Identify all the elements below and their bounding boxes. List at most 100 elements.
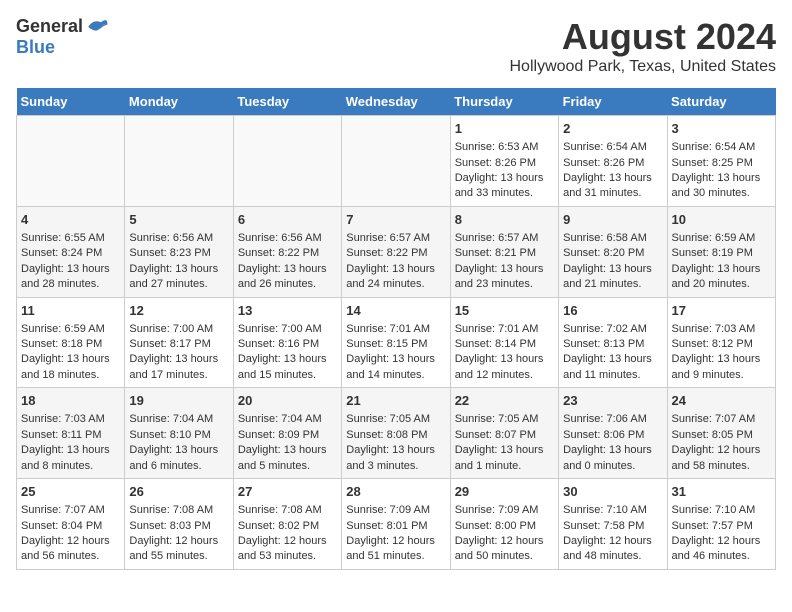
day-info: Sunrise: 6:57 AM — [455, 231, 554, 246]
day-info: Sunrise: 7:01 AM — [346, 322, 445, 337]
day-info: Sunrise: 7:04 AM — [238, 412, 337, 427]
day-info: Daylight: 13 hours and 24 minutes. — [346, 262, 445, 293]
day-info: Sunset: 8:16 PM — [238, 337, 337, 352]
day-info: Sunset: 8:23 PM — [129, 246, 228, 261]
calendar-cell — [342, 116, 450, 207]
day-number: 15 — [455, 302, 554, 320]
day-number: 7 — [346, 211, 445, 229]
calendar-cell: 19Sunrise: 7:04 AMSunset: 8:10 PMDayligh… — [125, 388, 233, 479]
day-info: Daylight: 13 hours and 1 minute. — [455, 443, 554, 474]
day-info: Sunrise: 7:01 AM — [455, 322, 554, 337]
day-info: Sunrise: 7:08 AM — [129, 503, 228, 518]
day-number: 27 — [238, 483, 337, 501]
day-number: 9 — [563, 211, 662, 229]
day-number: 19 — [129, 392, 228, 410]
calendar-cell: 16Sunrise: 7:02 AMSunset: 8:13 PMDayligh… — [559, 297, 667, 388]
day-info: Sunrise: 6:59 AM — [21, 322, 120, 337]
day-number: 31 — [672, 483, 771, 501]
day-info: Daylight: 13 hours and 33 minutes. — [455, 171, 554, 202]
day-info: Sunset: 8:03 PM — [129, 519, 228, 534]
calendar-cell: 14Sunrise: 7:01 AMSunset: 8:15 PMDayligh… — [342, 297, 450, 388]
day-number: 21 — [346, 392, 445, 410]
calendar-cell: 25Sunrise: 7:07 AMSunset: 8:04 PMDayligh… — [17, 479, 125, 570]
calendar-cell: 27Sunrise: 7:08 AMSunset: 8:02 PMDayligh… — [233, 479, 341, 570]
day-number: 14 — [346, 302, 445, 320]
day-info: Sunrise: 6:55 AM — [21, 231, 120, 246]
day-info: Sunrise: 7:09 AM — [455, 503, 554, 518]
day-info: Daylight: 13 hours and 11 minutes. — [563, 352, 662, 383]
day-number: 20 — [238, 392, 337, 410]
day-info: Daylight: 12 hours and 58 minutes. — [672, 443, 771, 474]
day-info: Sunset: 8:04 PM — [21, 519, 120, 534]
calendar-cell: 9Sunrise: 6:58 AMSunset: 8:20 PMDaylight… — [559, 206, 667, 297]
day-number: 26 — [129, 483, 228, 501]
calendar-cell: 13Sunrise: 7:00 AMSunset: 8:16 PMDayligh… — [233, 297, 341, 388]
calendar-cell: 21Sunrise: 7:05 AMSunset: 8:08 PMDayligh… — [342, 388, 450, 479]
day-number: 18 — [21, 392, 120, 410]
day-info: Sunset: 7:58 PM — [563, 519, 662, 534]
calendar-cell: 17Sunrise: 7:03 AMSunset: 8:12 PMDayligh… — [667, 297, 775, 388]
calendar-header-row: SundayMondayTuesdayWednesdayThursdayFrid… — [17, 88, 776, 116]
day-info: Sunset: 8:22 PM — [238, 246, 337, 261]
day-info: Sunset: 8:26 PM — [455, 156, 554, 171]
day-info: Sunset: 8:22 PM — [346, 246, 445, 261]
calendar-cell: 11Sunrise: 6:59 AMSunset: 8:18 PMDayligh… — [17, 297, 125, 388]
calendar-cell: 3Sunrise: 6:54 AMSunset: 8:25 PMDaylight… — [667, 116, 775, 207]
day-info: Sunset: 8:09 PM — [238, 428, 337, 443]
day-info: Sunrise: 7:09 AM — [346, 503, 445, 518]
day-info: Sunset: 8:21 PM — [455, 246, 554, 261]
day-info: Sunrise: 7:03 AM — [672, 322, 771, 337]
calendar-cell: 28Sunrise: 7:09 AMSunset: 8:01 PMDayligh… — [342, 479, 450, 570]
day-info: Daylight: 13 hours and 14 minutes. — [346, 352, 445, 383]
day-info: Sunrise: 6:53 AM — [455, 140, 554, 155]
day-info: Sunrise: 7:03 AM — [21, 412, 120, 427]
day-number: 8 — [455, 211, 554, 229]
calendar-cell: 6Sunrise: 6:56 AMSunset: 8:22 PMDaylight… — [233, 206, 341, 297]
page-subtitle: Hollywood Park, Texas, United States — [510, 58, 777, 76]
day-info: Daylight: 13 hours and 21 minutes. — [563, 262, 662, 293]
day-number: 10 — [672, 211, 771, 229]
day-info: Sunset: 8:07 PM — [455, 428, 554, 443]
day-number: 29 — [455, 483, 554, 501]
day-number: 22 — [455, 392, 554, 410]
calendar-cell: 1 Sunrise: 6:53 AMSunset: 8:26 PMDaylight… — [450, 116, 558, 207]
day-info: Daylight: 12 hours and 55 minutes. — [129, 534, 228, 565]
day-info: Sunrise: 6:58 AM — [563, 231, 662, 246]
day-info: Daylight: 13 hours and 17 minutes. — [129, 352, 228, 383]
day-number: 1 — [455, 120, 554, 138]
calendar-cell: 4Sunrise: 6:55 AMSunset: 8:24 PMDaylight… — [17, 206, 125, 297]
day-info: Daylight: 13 hours and 9 minutes. — [672, 352, 771, 383]
day-number: 25 — [21, 483, 120, 501]
calendar-cell: 10Sunrise: 6:59 AMSunset: 8:19 PMDayligh… — [667, 206, 775, 297]
day-info: Sunset: 8:11 PM — [21, 428, 120, 443]
day-info: Daylight: 12 hours and 48 minutes. — [563, 534, 662, 565]
day-info: Sunrise: 7:10 AM — [563, 503, 662, 518]
calendar-cell: 18Sunrise: 7:03 AMSunset: 8:11 PMDayligh… — [17, 388, 125, 479]
day-info: Sunset: 8:06 PM — [563, 428, 662, 443]
day-info: Daylight: 12 hours and 50 minutes. — [455, 534, 554, 565]
day-info: Daylight: 13 hours and 23 minutes. — [455, 262, 554, 293]
day-info: Sunrise: 6:59 AM — [672, 231, 771, 246]
day-number: 30 — [563, 483, 662, 501]
day-number: 2 — [563, 120, 662, 138]
title-area: August 2024 Hollywood Park, Texas, Unite… — [510, 16, 777, 76]
calendar-cell: 22Sunrise: 7:05 AMSunset: 8:07 PMDayligh… — [450, 388, 558, 479]
day-info: Sunset: 8:12 PM — [672, 337, 771, 352]
day-info: Daylight: 13 hours and 27 minutes. — [129, 262, 228, 293]
day-info: Sunrise: 6:56 AM — [238, 231, 337, 246]
day-info: Sunrise: 7:04 AM — [129, 412, 228, 427]
day-info: Daylight: 13 hours and 15 minutes. — [238, 352, 337, 383]
logo-bird-icon — [85, 17, 109, 37]
calendar-cell — [17, 116, 125, 207]
day-info: Sunset: 8:18 PM — [21, 337, 120, 352]
day-info: Sunset: 8:05 PM — [672, 428, 771, 443]
day-info: Daylight: 13 hours and 30 minutes. — [672, 171, 771, 202]
day-info: Sunset: 8:17 PM — [129, 337, 228, 352]
calendar-week-row: 25Sunrise: 7:07 AMSunset: 8:04 PMDayligh… — [17, 479, 776, 570]
day-info: Sunrise: 7:07 AM — [672, 412, 771, 427]
day-number: 6 — [238, 211, 337, 229]
day-info: Daylight: 13 hours and 5 minutes. — [238, 443, 337, 474]
calendar-cell: 5Sunrise: 6:56 AMSunset: 8:23 PMDaylight… — [125, 206, 233, 297]
logo: General Blue — [16, 16, 109, 58]
calendar-cell: 8 Sunrise: 6:57 AMSunset: 8:21 PMDaylight… — [450, 206, 558, 297]
